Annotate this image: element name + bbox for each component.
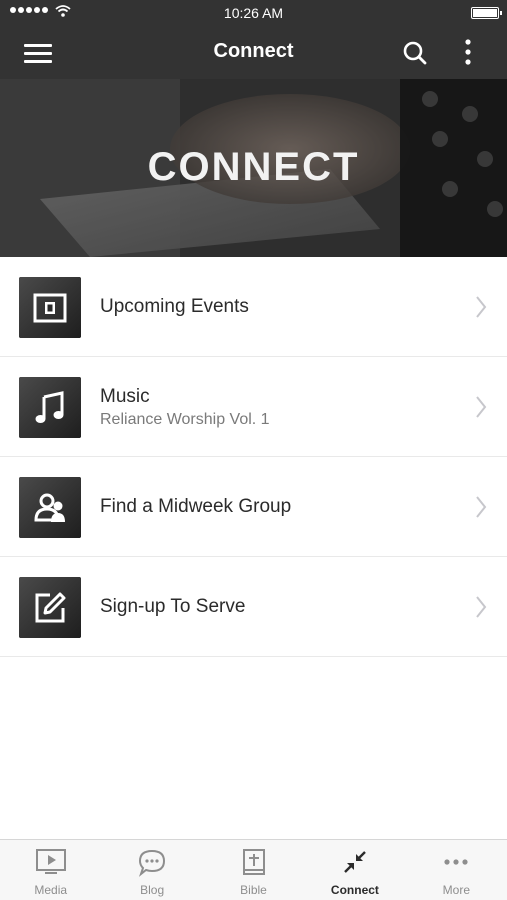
tab-label: Bible xyxy=(240,883,267,897)
connect-arrows-icon xyxy=(344,851,366,873)
list-item-label: Upcoming Events xyxy=(100,296,249,317)
chevron-right-icon xyxy=(475,495,487,524)
list-item-sign-up-to-serve[interactable]: Sign-up To Serve xyxy=(0,557,507,657)
calendar-icon xyxy=(33,293,67,322)
status-bar: 10:26 AM xyxy=(0,0,507,26)
media-icon xyxy=(35,849,66,874)
list-item-thumbnail xyxy=(19,377,81,438)
search-button[interactable] xyxy=(400,38,430,68)
tab-connect[interactable]: Connect xyxy=(304,840,405,900)
list-item-midweek-group[interactable]: Find a Midweek Group xyxy=(0,457,507,557)
tab-label: Media xyxy=(34,883,68,897)
music-note-icon xyxy=(35,390,64,423)
status-time: 10:26 AM xyxy=(223,5,284,21)
group-icon xyxy=(34,493,65,522)
page-title: Connect xyxy=(213,40,294,62)
tab-more[interactable]: More xyxy=(406,840,507,900)
list-item-label: Music xyxy=(100,386,150,407)
vertical-dots-icon xyxy=(465,39,471,65)
list-item-label: Sign-up To Serve xyxy=(100,596,246,617)
bible-icon xyxy=(242,849,265,875)
tab-bar: Media Blog Bible Connect More xyxy=(0,839,507,900)
tab-media[interactable]: Media xyxy=(0,840,101,900)
battery-icon xyxy=(471,7,502,19)
edit-icon xyxy=(35,592,66,622)
hero-title: CONNECT xyxy=(147,145,360,189)
tab-label: More xyxy=(442,883,470,897)
chevron-right-icon xyxy=(475,295,487,324)
list-item-thumbnail xyxy=(19,477,81,538)
chevron-right-icon xyxy=(475,595,487,624)
list-item-upcoming-events[interactable]: Upcoming Events xyxy=(0,257,507,357)
list-item-thumbnail xyxy=(19,577,81,638)
tab-bible[interactable]: Bible xyxy=(203,840,304,900)
more-dots-icon xyxy=(444,859,468,865)
tab-blog[interactable]: Blog xyxy=(101,840,202,900)
chevron-right-icon xyxy=(475,395,487,424)
connect-list: Upcoming Events Music Reliance Worship V… xyxy=(0,257,507,657)
chat-bubble-icon xyxy=(139,849,166,877)
tab-label: Blog xyxy=(140,883,165,897)
overflow-menu-button[interactable] xyxy=(458,38,478,68)
list-item-sublabel: Reliance Worship Vol. 1 xyxy=(100,411,270,428)
search-icon xyxy=(403,41,427,65)
tab-label: Connect xyxy=(330,883,379,897)
list-item-thumbnail xyxy=(19,277,81,338)
hero-banner: CONNECT xyxy=(0,79,507,257)
list-item-music[interactable]: Music Reliance Worship Vol. 1 xyxy=(0,357,507,457)
list-item-label: Find a Midweek Group xyxy=(100,496,292,517)
nav-bar: Connect xyxy=(0,26,507,79)
